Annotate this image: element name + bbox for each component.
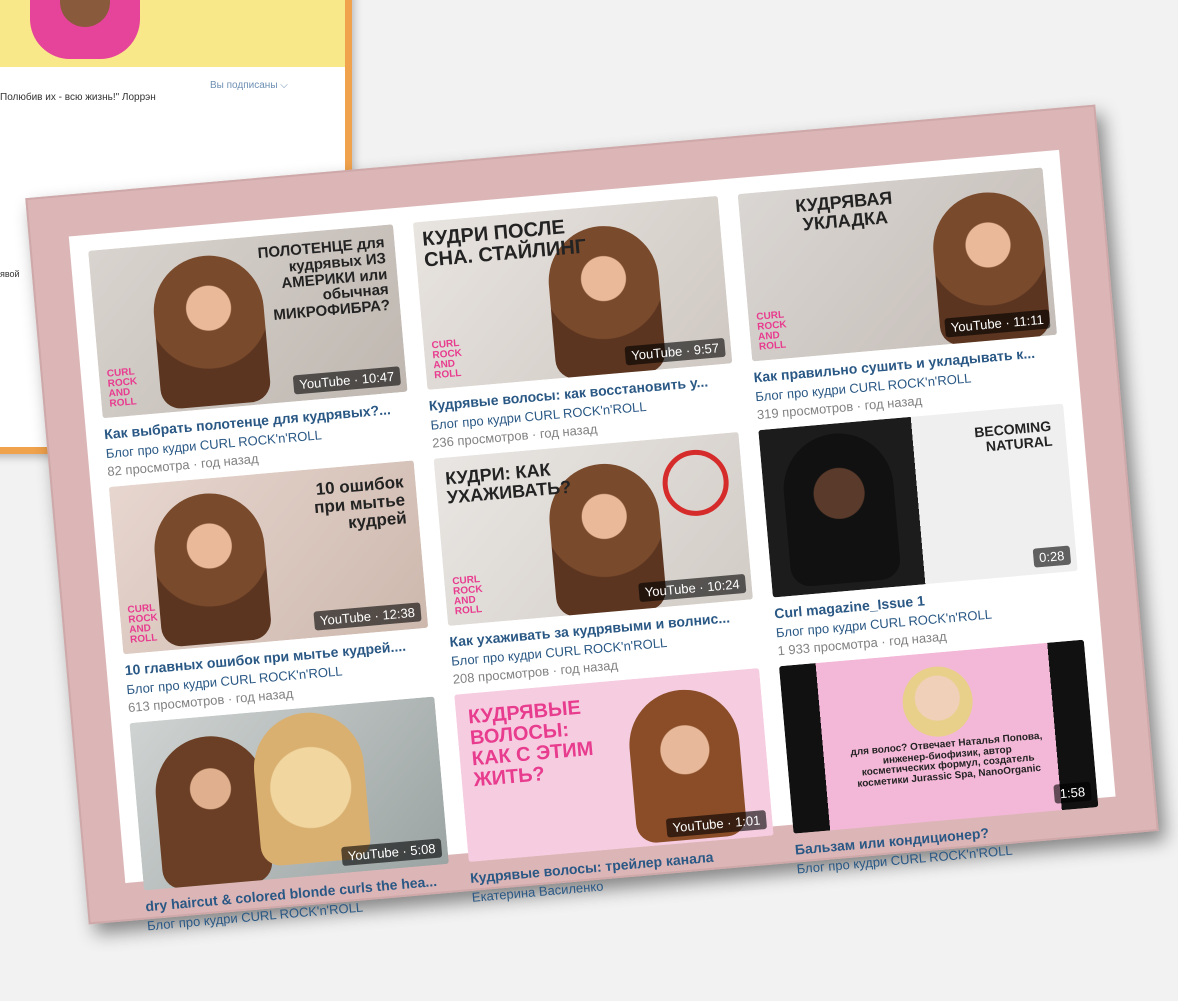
video-thumbnail[interactable]: КУДРЯВЫЕ ВОЛОСЫ: КАК С ЭТИМ ЖИТЬ? YouTub… xyxy=(454,668,774,863)
thumbnail-caption: 10 ошибок при мытье кудрей xyxy=(313,472,408,532)
video-thumbnail[interactable]: YouTube · 5:08 xyxy=(129,696,449,891)
video-thumbnail[interactable]: BECOMING NATURAL 0:28 xyxy=(758,403,1078,598)
video-card[interactable]: КУДРИ ПОСЛЕ СНА. СТАЙЛИНГ CURL ROCK AND … xyxy=(412,195,738,451)
curl-rock-logo: CURL ROCK AND ROLL xyxy=(431,337,463,382)
tilted-frame: ПОЛОТЕНЦЕ для кудрявых ИЗ АМЕРИКИ или об… xyxy=(25,104,1159,933)
background-side-text: явой xyxy=(0,269,20,279)
curl-rock-logo: CURL ROCK AND ROLL xyxy=(755,309,788,353)
video-thumbnail[interactable]: ПОЛОТЕНЦЕ для кудрявых ИЗ АМЕРИКИ или об… xyxy=(88,224,408,419)
video-thumbnail[interactable]: КУДРЯВАЯ УКЛАДКА CURL ROCK AND ROLL YouT… xyxy=(737,167,1058,362)
video-grid-panel: ПОЛОТЕНЦЕ для кудрявых ИЗ АМЕРИКИ или об… xyxy=(68,149,1116,933)
background-quote: Полюбив их - всю жизнь!" Лоррэн xyxy=(0,92,156,103)
curl-rock-logo: CURL ROCK AND ROLL xyxy=(106,366,138,410)
curl-rock-logo: CURL ROCK AND ROLL xyxy=(127,602,159,646)
video-thumbnail[interactable]: КУДРИ ПОСЛЕ СНА. СТАЙЛИНГ CURL ROCK AND … xyxy=(412,195,733,390)
video-card[interactable]: КУДРИ: КАК УХАЖИВАТЬ? CURL ROCK AND ROLL… xyxy=(433,431,759,687)
video-card[interactable]: 10 ошибок при мытье кудрей CURL ROCK AND… xyxy=(108,460,434,715)
video-card[interactable]: для волос? Отвечает Наталья Попова, инже… xyxy=(778,639,1102,880)
subscribed-dropdown[interactable]: Вы подписаны ⌵ xyxy=(210,80,288,91)
duration-badge: 1:58 xyxy=(1053,781,1092,804)
video-card[interactable]: YouTube · 5:08 dry haircut & colored blo… xyxy=(129,696,452,936)
video-card[interactable]: КУДРЯВАЯ УКЛАДКА CURL ROCK AND ROLL YouT… xyxy=(737,167,1063,422)
video-thumbnail[interactable]: для волос? Отвечает Наталья Попова, инже… xyxy=(778,639,1099,834)
thumbnail-caption: ПОЛОТЕНЦЕ для кудрявых ИЗ АМЕРИКИ или об… xyxy=(257,234,391,324)
video-thumbnail[interactable]: КУДРИ: КАК УХАЖИВАТЬ? CURL ROCK AND ROLL… xyxy=(433,431,754,626)
curl-rock-logo: CURL ROCK AND ROLL xyxy=(451,574,484,618)
duration-badge: 0:28 xyxy=(1032,545,1072,568)
video-thumbnail[interactable]: 10 ошибок при мытье кудрей CURL ROCK AND… xyxy=(108,460,429,655)
video-card[interactable]: КУДРЯВЫЕ ВОЛОСЫ: КАК С ЭТИМ ЖИТЬ? YouTub… xyxy=(454,668,777,908)
thumbnail-caption: КУДРЯВЫЕ ВОЛОСЫ: КАК С ЭТИМ ЖИТЬ? xyxy=(467,696,595,792)
video-card[interactable]: ПОЛОТЕНЦЕ для кудрявых ИЗ АМЕРИКИ или об… xyxy=(88,224,413,479)
video-grid: ПОЛОТЕНЦЕ для кудрявых ИЗ АМЕРИКИ или об… xyxy=(88,167,1099,933)
video-card[interactable]: BECOMING NATURAL 0:28 Curl magazine_Issu… xyxy=(758,403,1083,658)
